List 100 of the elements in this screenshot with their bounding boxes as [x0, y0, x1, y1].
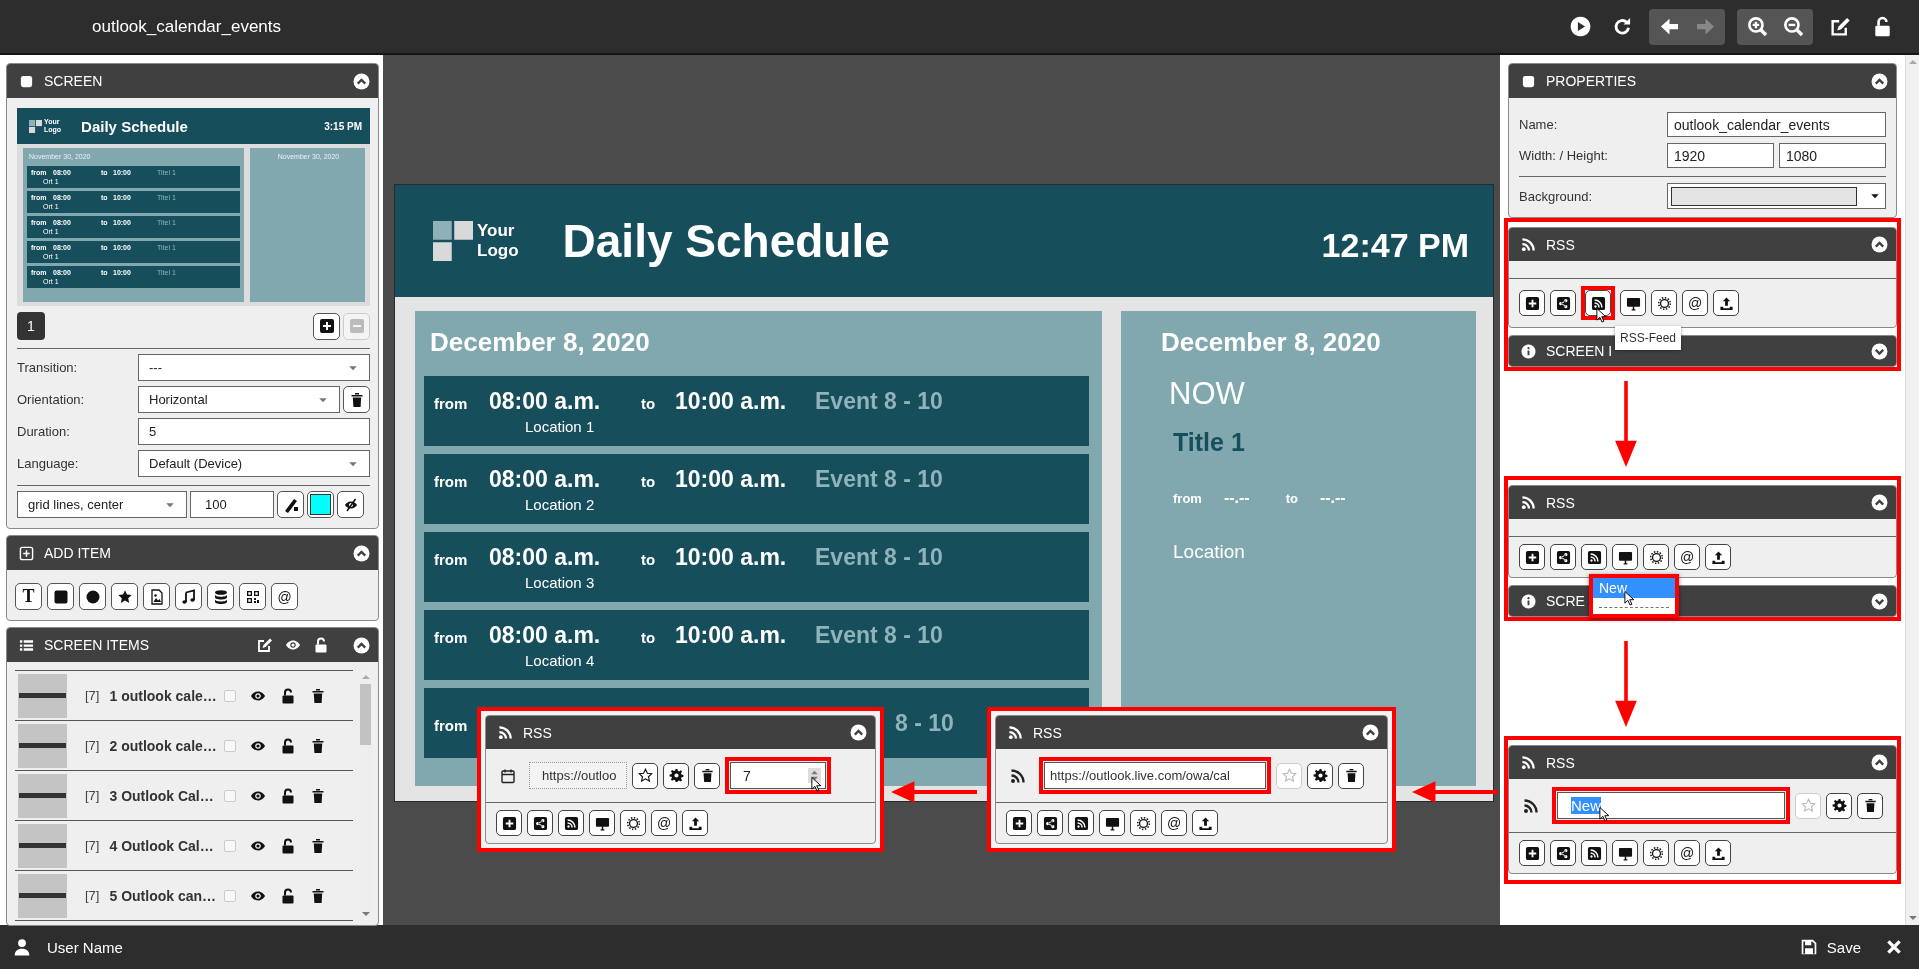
- save-button[interactable]: Save: [1799, 937, 1861, 957]
- number-field[interactable]: 7: [730, 762, 826, 789]
- list-item[interactable]: [7] 5 Outlook can…: [15, 871, 353, 921]
- delete-button[interactable]: [1857, 792, 1883, 819]
- dropdown[interactable]: Horizontal: [138, 386, 340, 413]
- list-item[interactable]: [7] 1 outlook cale…: [15, 671, 353, 721]
- star-tool-button[interactable]: [111, 583, 138, 610]
- share-button[interactable]: [1550, 290, 1576, 316]
- rss-feed-button[interactable]: [1581, 544, 1607, 570]
- expand-button[interactable]: [1871, 342, 1888, 360]
- checkbox[interactable]: [224, 839, 237, 852]
- text-tool-button[interactable]: T: [15, 583, 42, 610]
- add-button[interactable]: [1519, 840, 1545, 866]
- upload-button[interactable]: [1705, 544, 1731, 570]
- snap-button[interactable]: [277, 491, 304, 518]
- collapse-button[interactable]: [353, 544, 370, 562]
- lock-button[interactable]: [280, 737, 297, 754]
- delete-button[interactable]: [310, 887, 327, 904]
- share-button[interactable]: [527, 810, 553, 836]
- collapse-button[interactable]: [1871, 754, 1888, 771]
- list-item[interactable]: [7] 4 Outlook Cal…: [15, 821, 353, 871]
- upload-button[interactable]: [682, 810, 708, 836]
- rectangle-tool-button[interactable]: [47, 583, 74, 610]
- dropdown[interactable]: grid lines, center: [17, 491, 187, 518]
- checkbox[interactable]: [224, 739, 237, 752]
- qr-tool-button[interactable]: [239, 583, 266, 610]
- delete-button[interactable]: [310, 737, 327, 754]
- checkbox[interactable]: [224, 889, 237, 902]
- delete-button[interactable]: [343, 386, 370, 413]
- delete-button[interactable]: [1338, 762, 1364, 789]
- collapse-button[interactable]: [1871, 494, 1888, 511]
- rss-feed-button[interactable]: [1068, 810, 1094, 836]
- display-button[interactable]: [1620, 290, 1646, 316]
- add-button[interactable]: [1006, 810, 1032, 836]
- email-button[interactable]: @: [1674, 544, 1700, 570]
- brightness-button[interactable]: [1130, 810, 1156, 836]
- lock-button[interactable]: [280, 887, 297, 904]
- lock-button[interactable]: [313, 637, 329, 653]
- collapse-button[interactable]: [1362, 724, 1379, 741]
- page-tab[interactable]: 1: [17, 312, 45, 340]
- collapse-button[interactable]: [353, 72, 370, 90]
- email-tool-button[interactable]: @: [271, 583, 298, 610]
- add-button[interactable]: [496, 810, 522, 836]
- dropdown[interactable]: Default (Device): [138, 450, 370, 477]
- display-button[interactable]: [1099, 810, 1125, 836]
- input-field[interactable]: 5: [138, 418, 370, 445]
- email-button[interactable]: @: [1161, 810, 1187, 836]
- display-button[interactable]: [1612, 544, 1638, 570]
- delete-button[interactable]: [310, 687, 327, 704]
- image-tool-button[interactable]: [143, 583, 170, 610]
- input-field[interactable]: 1920: [1667, 143, 1774, 168]
- rss-feed-button[interactable]: [1581, 840, 1607, 866]
- add-button[interactable]: [1519, 290, 1545, 316]
- edit-button[interactable]: [257, 637, 273, 653]
- audio-tool-button[interactable]: [175, 583, 202, 610]
- display-button[interactable]: [589, 810, 615, 836]
- collapse-button[interactable]: [1871, 236, 1888, 253]
- visibility-button[interactable]: [337, 491, 364, 518]
- input-field[interactable]: 1080: [1779, 143, 1886, 168]
- brightness-button[interactable]: [620, 810, 646, 836]
- dropdown[interactable]: ---: [138, 354, 370, 381]
- collapse-button[interactable]: [1871, 72, 1888, 90]
- delete-button[interactable]: [310, 837, 327, 854]
- input-field[interactable]: outlook_calendar_events: [1667, 112, 1886, 137]
- share-button[interactable]: [1550, 544, 1576, 570]
- lock-button[interactable]: [280, 687, 297, 704]
- collapse-button[interactable]: [353, 636, 370, 654]
- brightness-button[interactable]: [1643, 544, 1669, 570]
- list-item[interactable]: [7] 3 Outlook Cal…: [15, 771, 353, 821]
- settings-button[interactable]: [1826, 792, 1852, 819]
- url-field[interactable]: https://outlook.live.com/owa/cal: [1044, 762, 1266, 789]
- add-button[interactable]: [1519, 544, 1545, 570]
- lock-button[interactable]: [280, 787, 297, 804]
- expand-button[interactable]: [1871, 592, 1888, 610]
- color-dropdown[interactable]: [1667, 183, 1886, 209]
- delete-button[interactable]: [694, 762, 720, 789]
- scrollbar[interactable]: [1905, 55, 1919, 925]
- upload-button[interactable]: [1705, 840, 1731, 866]
- email-button[interactable]: @: [651, 810, 677, 836]
- list-item[interactable]: [7] 2 outlook cale…: [15, 721, 353, 771]
- delete-button[interactable]: [310, 787, 327, 804]
- close-button[interactable]: [1885, 938, 1903, 956]
- circle-tool-button[interactable]: [79, 583, 106, 610]
- checkbox[interactable]: [224, 789, 237, 802]
- upload-button[interactable]: [1713, 290, 1739, 316]
- share-button[interactable]: [1550, 840, 1576, 866]
- share-button[interactable]: [1037, 810, 1063, 836]
- input-field[interactable]: 100: [190, 491, 274, 518]
- rss-feed-button[interactable]: [558, 810, 584, 836]
- add-page-button[interactable]: [313, 312, 340, 340]
- settings-button[interactable]: [1307, 762, 1333, 789]
- display-button[interactable]: [1612, 840, 1638, 866]
- favorite-button[interactable]: [632, 762, 658, 789]
- email-button[interactable]: @: [1682, 290, 1708, 316]
- email-button[interactable]: @: [1674, 840, 1700, 866]
- collapse-button[interactable]: [850, 724, 867, 741]
- lock-button[interactable]: [280, 837, 297, 854]
- brightness-button[interactable]: [1643, 840, 1669, 866]
- database-tool-button[interactable]: [207, 583, 234, 610]
- url-field[interactable]: https://outloo: [529, 762, 627, 789]
